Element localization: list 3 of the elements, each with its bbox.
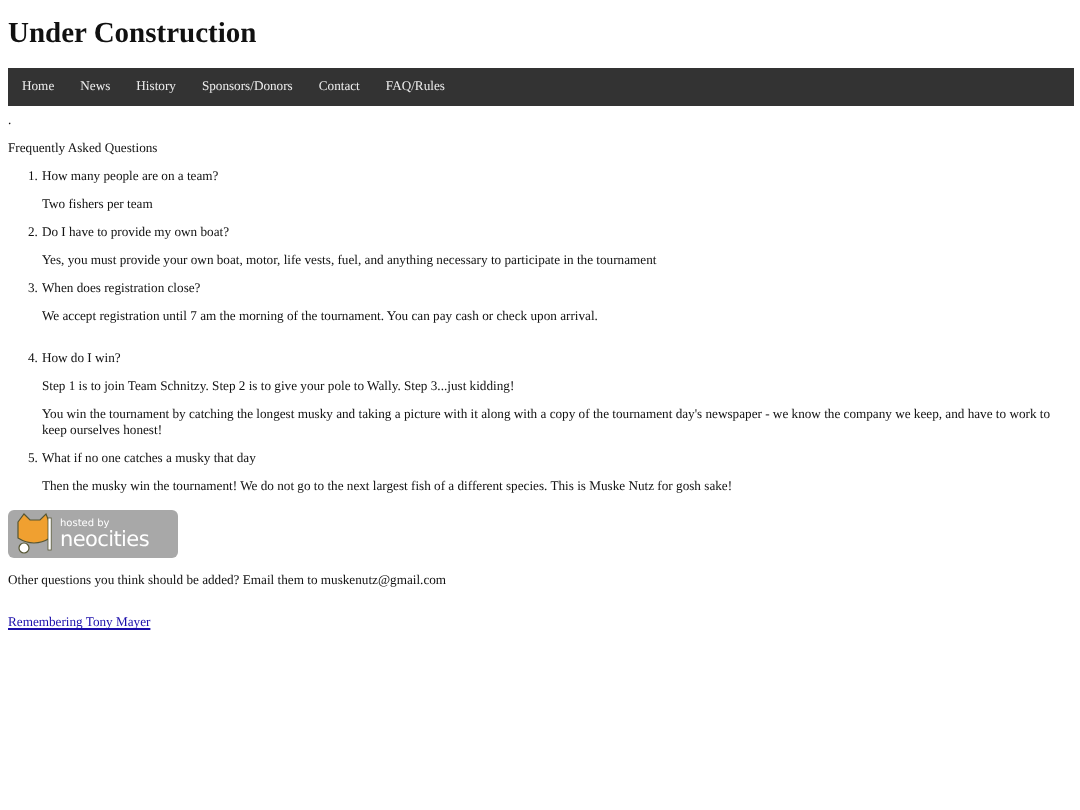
mascot-drawing xyxy=(12,512,56,557)
page-title: Under Construction xyxy=(8,18,259,53)
badge-brand: neocities xyxy=(60,529,149,551)
